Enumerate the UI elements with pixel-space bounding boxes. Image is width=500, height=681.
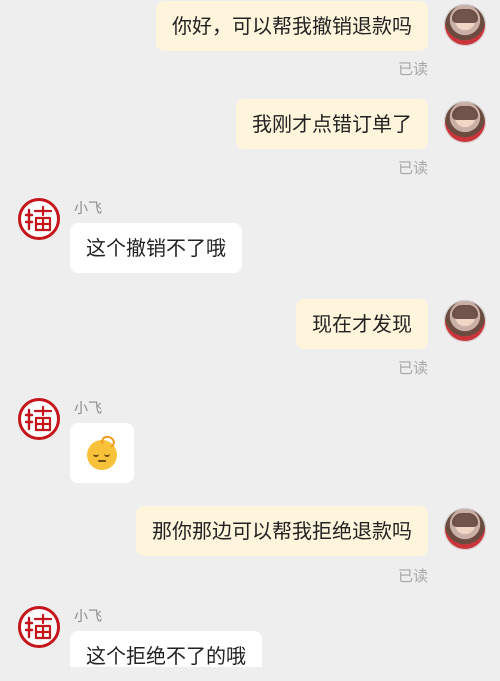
read-receipt: 已读 [397, 159, 428, 177]
sender-name: 小飞 [74, 401, 102, 417]
shop-logo-icon [24, 613, 53, 640]
user-avatar[interactable] [444, 101, 486, 143]
sleepy-face-emoji [87, 433, 117, 470]
user-avatar[interactable] [444, 300, 486, 342]
outgoing-message-bubble[interactable]: 现在才发现 [296, 299, 428, 349]
message-text: 现在才发现 [312, 312, 412, 336]
incoming-emoji-bubble[interactable] [70, 423, 134, 483]
outgoing-message-bubble[interactable]: 你好，可以帮我撤销退款吗 [156, 1, 428, 51]
chat-message-list[interactable]: 你好，可以帮我撤销退款吗 已读 我刚才点错订单了 已读 小飞 这个撤销不了哦 现… [0, 0, 500, 668]
emoji-swirl [99, 433, 117, 450]
outgoing-message-bubble[interactable]: 我刚才点错订单了 [236, 99, 428, 149]
sender-name: 小飞 [74, 201, 102, 217]
emoji-mouth [98, 459, 106, 462]
read-receipt: 已读 [397, 567, 428, 585]
read-receipt: 已读 [397, 359, 428, 377]
incoming-message-bubble[interactable]: 这个撤销不了哦 [70, 223, 242, 273]
message-text: 你好，可以帮我撤销退款吗 [172, 14, 412, 38]
outgoing-message-bubble[interactable]: 那你那边可以帮我拒绝退款吗 [136, 506, 428, 556]
incoming-message-bubble[interactable]: 这个拒绝不了的哦 [70, 631, 262, 668]
shop-avatar[interactable] [18, 398, 60, 440]
shop-avatar[interactable] [18, 606, 60, 648]
message-text: 这个撤销不了哦 [86, 236, 226, 260]
user-avatar[interactable] [444, 508, 486, 550]
shop-avatar[interactable] [18, 198, 60, 240]
shop-logo-icon [24, 205, 53, 232]
read-receipt: 已读 [397, 60, 428, 78]
message-text: 那你那边可以帮我拒绝退款吗 [152, 519, 412, 543]
sender-name: 小飞 [74, 609, 102, 625]
message-text: 我刚才点错订单了 [252, 112, 412, 136]
user-avatar[interactable] [444, 4, 486, 46]
shop-logo-icon [24, 405, 53, 432]
message-text: 这个拒绝不了的哦 [86, 644, 246, 668]
